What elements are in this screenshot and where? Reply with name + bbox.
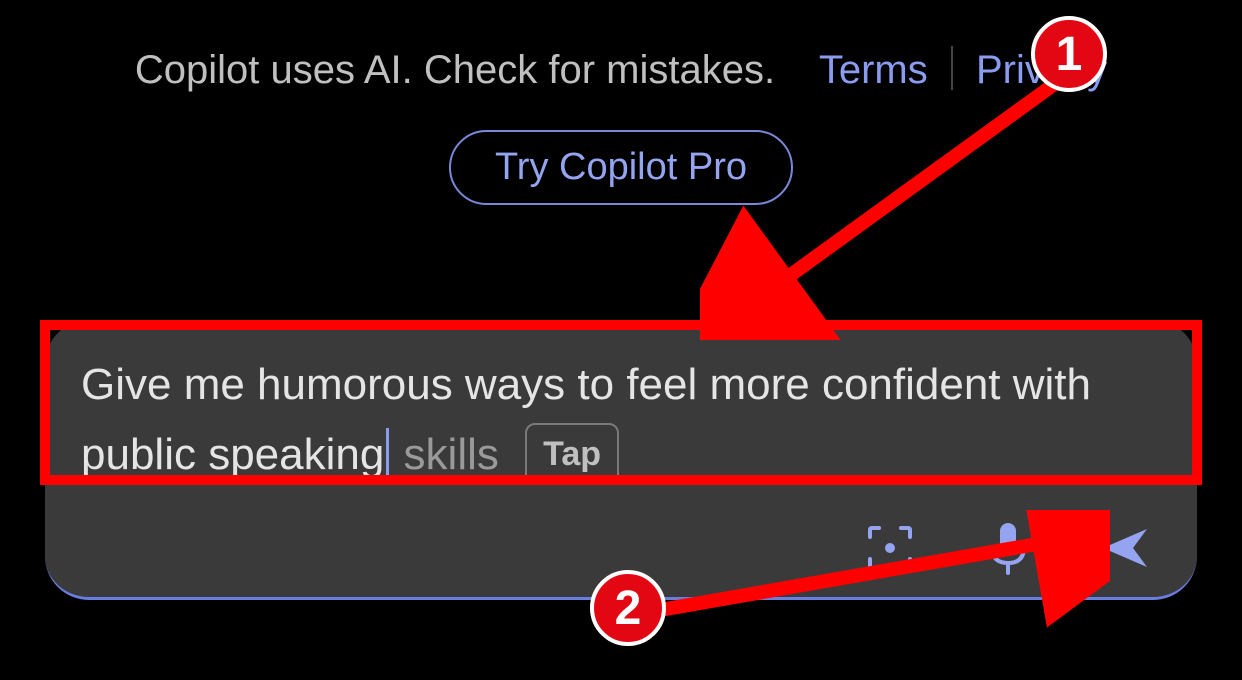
suggestion-text: skills — [391, 430, 499, 479]
disclaimer-text: Copilot uses AI. Check for mistakes. — [135, 48, 775, 92]
annotation-badge-1: 1 — [1031, 16, 1107, 92]
annotation-badge-2: 2 — [590, 570, 666, 646]
text-cursor — [386, 428, 389, 480]
send-icon[interactable] — [1099, 521, 1153, 575]
camera-icon[interactable] — [863, 521, 917, 575]
terms-link[interactable]: Terms — [819, 48, 928, 92]
input-action-row — [863, 521, 1153, 575]
tap-suggestion-chip[interactable]: Tap — [525, 423, 619, 485]
try-copilot-pro-button[interactable]: Try Copilot Pro — [449, 130, 793, 205]
chat-input-text[interactable]: Give me humorous ways to feel more confi… — [81, 350, 1161, 491]
link-divider — [951, 46, 953, 90]
microphone-icon[interactable] — [981, 521, 1035, 575]
chat-input-container[interactable]: Give me humorous ways to feel more confi… — [45, 320, 1197, 600]
